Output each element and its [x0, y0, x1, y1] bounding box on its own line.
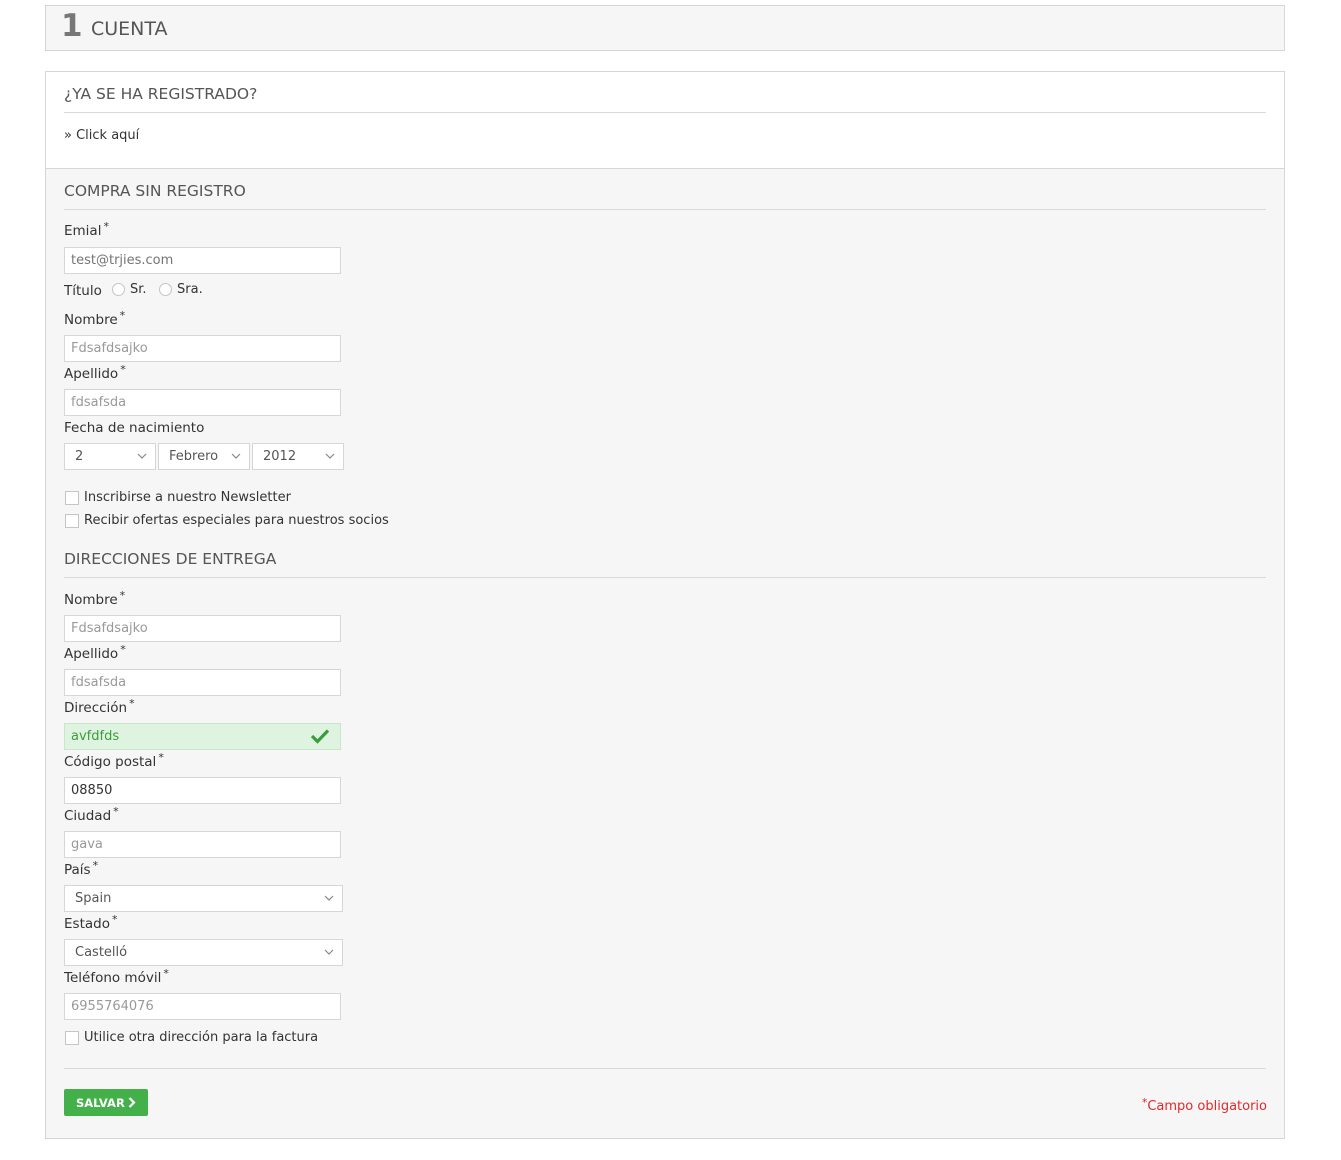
postal-code-label: Código postal *	[64, 751, 164, 770]
divider	[64, 112, 1266, 113]
address-label: Dirección *	[64, 697, 135, 716]
chevron-down-icon	[325, 453, 335, 459]
state-select[interactable]: Castelló	[64, 939, 343, 966]
last-name-field[interactable]	[64, 389, 341, 416]
birth-year-value: 2012	[263, 449, 297, 464]
guest-title: COMPRA SIN REGISTRO	[64, 182, 246, 200]
newsletter-checkbox[interactable]	[65, 491, 79, 505]
offers-label: Recibir ofertas especiales para nuestros…	[84, 513, 389, 528]
newsletter-label: Inscribirse a nuestro Newsletter	[84, 490, 291, 505]
country-value: Spain	[75, 891, 112, 906]
chevron-down-icon	[324, 895, 334, 901]
step-header: 1 CUENTA	[45, 5, 1285, 51]
delivery-first-name-label: Nombre *	[64, 589, 126, 608]
other-address-label: Utilice otra dirección para la factura	[84, 1030, 319, 1045]
chevron-right-icon	[128, 1097, 136, 1108]
chevron-down-icon	[137, 453, 147, 459]
country-label: País *	[64, 859, 99, 878]
offers-checkbox[interactable]	[65, 514, 79, 528]
check-icon	[310, 729, 330, 744]
radio-sra-label: Sra.	[177, 282, 203, 297]
postal-code-field[interactable]	[64, 777, 341, 804]
radio-sr[interactable]	[112, 283, 125, 296]
title-label: Título	[64, 283, 102, 299]
login-link[interactable]: » Click aquí	[64, 128, 139, 143]
delivery-last-name-label: Apellido *	[64, 643, 126, 662]
birthdate-label: Fecha de nacimiento	[64, 420, 205, 436]
divider	[64, 1068, 1266, 1069]
last-name-label: Apellido *	[64, 363, 126, 382]
login-title: ¿YA SE HA REGISTRADO?	[64, 85, 258, 103]
state-label: Estado *	[64, 913, 118, 932]
state-value: Castelló	[75, 945, 128, 960]
mobile-phone-label: Teléfono móvil *	[64, 967, 169, 986]
mobile-phone-field[interactable]	[64, 993, 341, 1020]
country-select[interactable]: Spain	[64, 885, 343, 912]
required-note: *Campo obligatorio	[1141, 1096, 1267, 1114]
delivery-first-name-field[interactable]	[64, 615, 341, 642]
email-label: Emial *	[64, 220, 109, 239]
delivery-title: DIRECCIONES DE ENTREGA	[64, 550, 277, 568]
save-button[interactable]: SALVAR	[64, 1089, 148, 1116]
city-label: Ciudad *	[64, 805, 119, 824]
radio-sr-label: Sr.	[130, 282, 147, 297]
step-title: CUENTA	[91, 18, 168, 40]
city-field[interactable]	[64, 831, 341, 858]
email-field[interactable]	[64, 247, 341, 274]
birth-day-select[interactable]: 2	[64, 443, 156, 470]
step-number: 1	[61, 8, 83, 44]
birth-day-value: 2	[75, 449, 84, 464]
account-panel: ¿YA SE HA REGISTRADO? » Click aquí COMPR…	[45, 71, 1285, 1139]
address-field[interactable]	[64, 723, 341, 750]
radio-sra[interactable]	[159, 283, 172, 296]
birth-month-value: Febrero	[169, 449, 219, 464]
divider	[64, 209, 1266, 210]
chevron-down-icon	[324, 949, 334, 955]
birth-year-select[interactable]: 2012	[252, 443, 344, 470]
other-address-checkbox[interactable]	[65, 1031, 79, 1045]
delivery-last-name-field[interactable]	[64, 669, 341, 696]
first-name-label: Nombre *	[64, 309, 126, 328]
save-button-label: SALVAR	[76, 1096, 125, 1110]
login-section: ¿YA SE HA REGISTRADO? » Click aquí	[46, 72, 1284, 169]
divider	[64, 577, 1266, 578]
first-name-field[interactable]	[64, 335, 341, 362]
chevron-down-icon	[231, 453, 241, 459]
birth-month-select[interactable]: Febrero	[158, 443, 250, 470]
